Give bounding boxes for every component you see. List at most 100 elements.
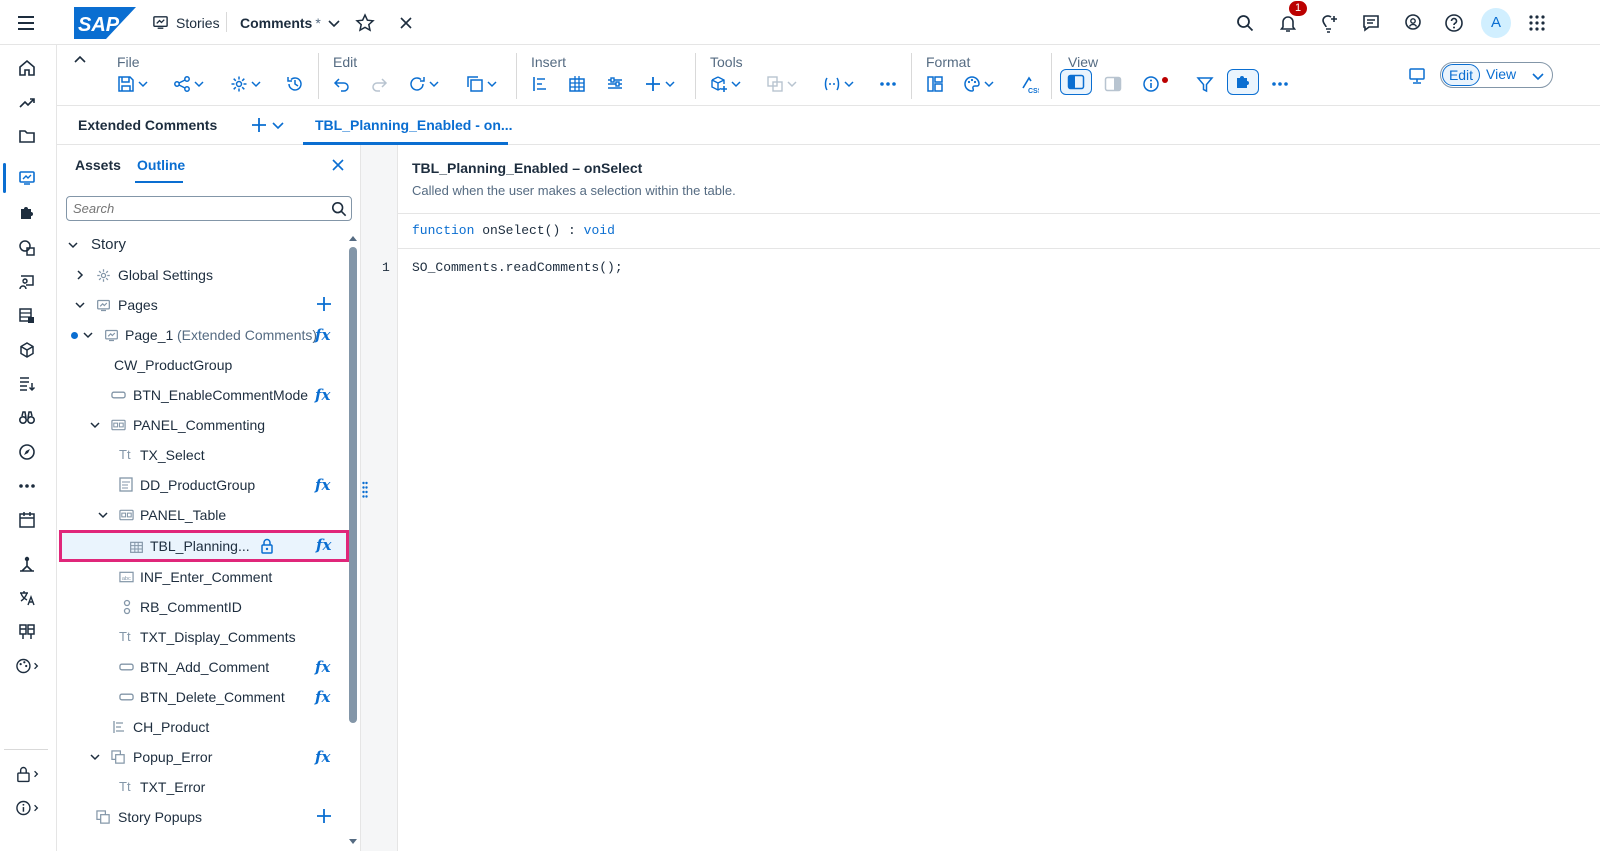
tools-overflow-button[interactable]: [879, 73, 897, 95]
redo-button[interactable]: [370, 73, 388, 95]
nav-system-info[interactable]: [16, 795, 42, 821]
tab-list-button[interactable]: [272, 119, 284, 131]
css-button[interactable]: CSS: [1019, 73, 1039, 95]
script-fx-icon[interactable]: fx: [316, 536, 334, 554]
insert-chart-button[interactable]: [531, 73, 549, 95]
tree-item-tx-select[interactable]: Tt TX_Select: [57, 440, 349, 470]
add-popup-icon[interactable]: [315, 807, 333, 825]
nav-discover[interactable]: [14, 439, 40, 465]
tree-item-ch-product[interactable]: CH_Product: [57, 712, 349, 742]
search-button[interactable]: [1236, 0, 1254, 45]
insert-input-control-button[interactable]: [606, 73, 624, 95]
notifications-button[interactable]: 1: [1278, 0, 1307, 45]
tree-item-cw-productgroup[interactable]: CW_ProductGroup: [57, 350, 349, 380]
product-switch-button[interactable]: [1528, 0, 1546, 45]
panel-splitter[interactable]: [360, 145, 368, 851]
edit-mode-button[interactable]: Edit: [1442, 64, 1480, 86]
search-field[interactable]: [66, 196, 352, 221]
layout-button[interactable]: [926, 73, 944, 95]
tree-item-page-1[interactable]: Page_1 (Extended Comments) fx: [57, 320, 349, 350]
tree-item-story-popups[interactable]: Story Popups: [57, 802, 349, 832]
left-panel-toggle[interactable]: [1060, 69, 1092, 95]
document-title-menu[interactable]: Comments *: [240, 0, 341, 45]
tree-item-dd-productgroup[interactable]: DD_ProductGroup fx: [57, 470, 349, 500]
insert-table-button[interactable]: [568, 73, 586, 95]
tree-item-pages[interactable]: Pages: [57, 290, 349, 320]
tree-item-btn-add-comment[interactable]: BTN_Add_Comment fx: [57, 652, 349, 682]
nav-data-analyzer[interactable]: [14, 235, 40, 261]
add-page-icon[interactable]: [315, 295, 333, 313]
tab-extended-comments[interactable]: Extended Comments: [78, 117, 217, 133]
script-fx-icon[interactable]: fx: [315, 476, 333, 494]
nav-explorer[interactable]: [14, 405, 40, 431]
script-fx-icon[interactable]: fx: [315, 748, 333, 766]
nav-stories[interactable]: [14, 165, 40, 191]
view-mode-button[interactable]: View: [1486, 66, 1516, 82]
history-button[interactable]: [286, 73, 304, 95]
whats-new-button[interactable]: [1319, 0, 1339, 45]
tree-item-panel-table[interactable]: PANEL_Table: [57, 500, 349, 530]
view-overflow-button[interactable]: [1271, 73, 1289, 95]
outline-scrollbar[interactable]: [349, 231, 357, 851]
tree-item-inf-enter-comment[interactable]: abc INF_Enter_Comment: [57, 562, 349, 592]
script-fx-icon[interactable]: fx: [315, 326, 333, 344]
nav-digital-boardroom[interactable]: [14, 269, 40, 295]
tab-outline[interactable]: Outline: [137, 157, 185, 173]
code-area[interactable]: SO_Comments.readComments();: [398, 249, 1600, 851]
script-fx-icon[interactable]: fx: [315, 658, 333, 676]
device-preview-button[interactable]: [1408, 65, 1426, 87]
theme-menu-button[interactable]: [963, 73, 994, 95]
formula-menu-button[interactable]: [823, 73, 854, 95]
close-document-button[interactable]: [399, 0, 413, 45]
script-fx-icon[interactable]: fx: [315, 386, 333, 404]
tools-disabled-menu-button[interactable]: [766, 73, 797, 95]
nav-datasets[interactable]: [14, 303, 40, 329]
scripting-toggle[interactable]: [1227, 69, 1259, 95]
close-panel-button[interactable]: [331, 158, 345, 172]
share-menu-button[interactable]: [173, 73, 204, 95]
collaboration-button[interactable]: [1403, 0, 1423, 45]
favorite-button[interactable]: [355, 0, 375, 45]
nav-data-actions[interactable]: [14, 371, 40, 397]
tree-item-rb-commentid[interactable]: RB_CommentID: [57, 592, 349, 622]
collapse-toolbar-button[interactable]: [73, 53, 87, 67]
search-input[interactable]: [73, 199, 318, 218]
feedback-button[interactable]: [1361, 0, 1381, 45]
settings-menu-button[interactable]: [230, 73, 261, 95]
nav-modeler[interactable]: [14, 337, 40, 363]
nav-security[interactable]: [16, 761, 42, 787]
tools-add-menu-button[interactable]: [710, 73, 741, 95]
tree-item-btn-enablecommentmode[interactable]: BTN_EnableCommentMode fx: [57, 380, 349, 410]
nav-trend[interactable]: [14, 89, 40, 115]
tab-tbl-planning-onselect[interactable]: TBL_Planning_Enabled - on...: [303, 106, 513, 145]
stories-link[interactable]: Stories: [152, 0, 220, 45]
insert-more-menu-button[interactable]: [644, 73, 675, 95]
tree-item-txt-display-comments[interactable]: Tt TXT_Display_Comments: [57, 622, 349, 652]
nav-files[interactable]: [14, 123, 40, 149]
help-button[interactable]: [1444, 0, 1464, 45]
tree-item-story[interactable]: Story: [57, 230, 349, 260]
copy-menu-button[interactable]: [466, 73, 497, 95]
user-avatar-button[interactable]: A: [1481, 0, 1511, 45]
lock-icon[interactable]: [260, 538, 274, 554]
tree-item-panel-commenting[interactable]: PANEL_Commenting: [57, 410, 349, 440]
menu-button[interactable]: [16, 0, 36, 45]
nav-expand-more[interactable]: [16, 653, 42, 679]
tab-assets[interactable]: Assets: [75, 157, 121, 173]
nav-translation[interactable]: [14, 585, 40, 611]
tree-item-global-settings[interactable]: Global Settings: [57, 260, 349, 290]
tree-item-btn-delete-comment[interactable]: BTN_Delete_Comment fx: [57, 682, 349, 712]
nav-calendar[interactable]: [14, 507, 40, 533]
nav-analytic-applications[interactable]: [14, 200, 40, 226]
tree-item-popup-error[interactable]: Popup_Error fx: [57, 742, 349, 772]
info-panel-button[interactable]: [1142, 73, 1170, 95]
undo-button[interactable]: [333, 73, 351, 95]
nav-home[interactable]: [14, 55, 40, 81]
save-menu-button[interactable]: [117, 73, 148, 95]
add-tab-button[interactable]: [250, 116, 268, 134]
scrollbar-thumb[interactable]: [349, 247, 357, 723]
script-fx-icon[interactable]: fx: [315, 688, 333, 706]
nav-deployment[interactable]: [14, 619, 40, 645]
refresh-menu-button[interactable]: [408, 73, 439, 95]
tree-item-txt-error[interactable]: Tt TXT_Error: [57, 772, 349, 802]
